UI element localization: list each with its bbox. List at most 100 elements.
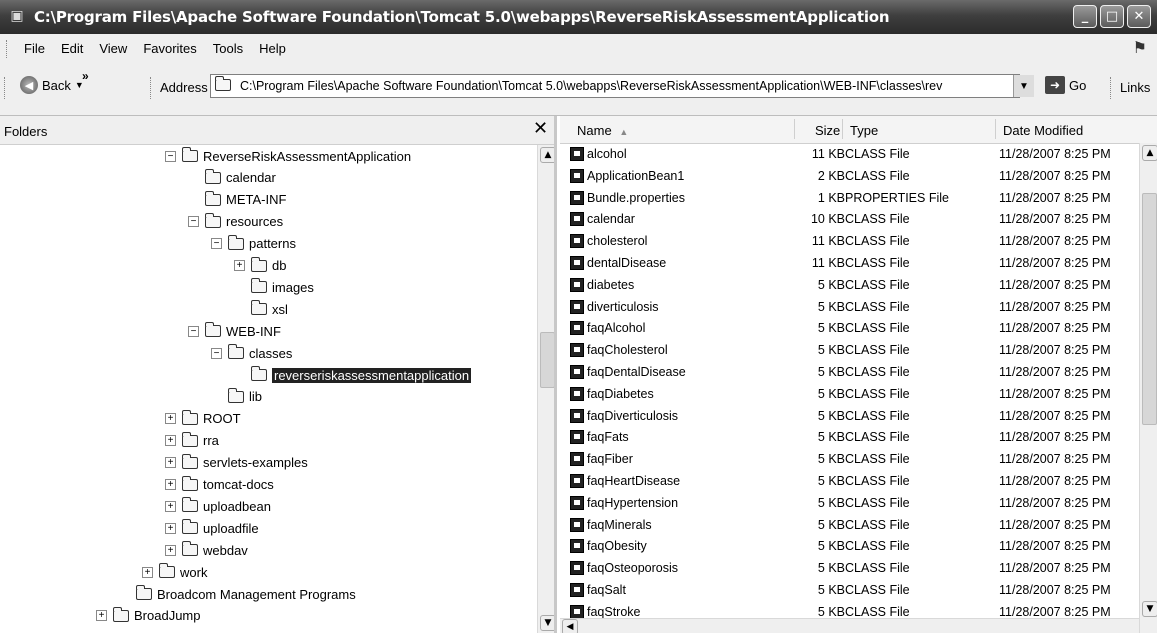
tree-item[interactable]: − classes bbox=[211, 342, 292, 364]
tree-item[interactable]: + db bbox=[234, 255, 286, 277]
address-grip[interactable] bbox=[150, 77, 154, 99]
expand-icon[interactable]: + bbox=[165, 500, 176, 512]
address-dropdown-icon[interactable]: ▼ bbox=[1013, 75, 1034, 97]
address-input[interactable]: C:\Program Files\Apache Software Foundat… bbox=[210, 74, 1020, 98]
toolbar-chevron[interactable]: » bbox=[82, 69, 89, 83]
folder-icon bbox=[182, 541, 198, 557]
column-separator[interactable] bbox=[995, 119, 996, 139]
file-row[interactable]: Bundle.properties 1 KB PROPERTIES File 11/2… bbox=[560, 188, 1140, 210]
tree-item[interactable]: − WEB-INF bbox=[188, 320, 281, 342]
file-row[interactable]: diabetes 5 KB CLASS File 11/28/2007 8:25 PM bbox=[560, 275, 1140, 297]
tree-item[interactable]: + servlets-examples bbox=[165, 452, 308, 474]
file-row[interactable]: faqSalt 5 KB CLASS File 11/28/2007 8:25 PM bbox=[560, 580, 1140, 602]
expand-icon[interactable]: + bbox=[165, 479, 176, 490]
tree-item[interactable]: + ROOT bbox=[165, 408, 241, 430]
file-row[interactable]: faqAlcohol 5 KB CLASS File 11/28/2007 8:25 … bbox=[560, 318, 1140, 340]
file-row[interactable]: faqCholesterol 5 KB CLASS File 11/28/2007 8… bbox=[560, 340, 1140, 362]
file-row[interactable]: ApplicationBean1 2 KB CLASS File 11/28/2007… bbox=[560, 166, 1140, 188]
file-row[interactable]: cholesterol 11 KB CLASS File 11/28/2007 8:2… bbox=[560, 231, 1140, 253]
folders-scroll-thumb[interactable] bbox=[540, 332, 554, 388]
expand-icon[interactable]: + bbox=[165, 457, 176, 469]
tree-item[interactable]: images bbox=[234, 276, 314, 298]
file-size: 5 KB bbox=[817, 539, 845, 554]
go-button[interactable]: ➜ Go bbox=[1045, 76, 1086, 94]
file-row[interactable]: faqDiabetes 5 KB CLASS File 11/28/2007 8:25… bbox=[560, 384, 1140, 406]
tree-item[interactable]: + rra bbox=[165, 430, 219, 452]
menu-favorites[interactable]: Favorites bbox=[135, 41, 204, 56]
collapse-icon[interactable]: − bbox=[211, 238, 222, 250]
expand-icon[interactable]: + bbox=[165, 413, 176, 425]
tree-item[interactable]: − resources bbox=[188, 211, 283, 233]
title-bar[interactable]: ▣ C:\Program Files\Apache Software Found… bbox=[0, 0, 1157, 34]
file-row[interactable]: diverticulosis 5 KB CLASS File 11/28/2007 8… bbox=[560, 297, 1140, 319]
menu-help[interactable]: Help bbox=[251, 41, 294, 56]
tree-item-label: lib bbox=[249, 389, 263, 405]
column-separator[interactable] bbox=[842, 119, 843, 139]
file-row[interactable]: faqHeartDisease 5 KB CLASS File 11/28/2007 … bbox=[560, 471, 1140, 493]
tree-item[interactable]: − patterns bbox=[211, 233, 296, 255]
column-separator[interactable] bbox=[794, 119, 795, 139]
minimize-button[interactable]: _ bbox=[1073, 5, 1097, 28]
scroll-down-icon[interactable]: ▼ bbox=[540, 615, 554, 631]
explorer-app-icon[interactable]: ▣ bbox=[6, 8, 28, 26]
scroll-down-icon[interactable]: ▼ bbox=[1142, 601, 1157, 617]
scroll-left-icon[interactable]: ◀ bbox=[562, 619, 578, 633]
file-row[interactable]: faqFats 5 KB CLASS File 11/28/2007 8:25 PM bbox=[560, 427, 1140, 449]
column-header-date[interactable]: Date Modified bbox=[1003, 123, 1083, 138]
collapse-icon[interactable]: − bbox=[165, 150, 176, 162]
file-row[interactable]: faqDiverticulosis 5 KB CLASS File 11/28/200… bbox=[560, 406, 1140, 428]
menu-file[interactable]: File bbox=[16, 41, 53, 56]
tree-item[interactable]: − ReverseRiskAssessmentApplication bbox=[165, 145, 411, 167]
links-button[interactable]: Links bbox=[1120, 80, 1150, 95]
file-row[interactable]: faqObesity 5 KB CLASS File 11/28/2007 8:25 … bbox=[560, 536, 1140, 558]
file-row[interactable]: faqMinerals 5 KB CLASS File 11/28/2007 8:25… bbox=[560, 515, 1140, 537]
tree-item[interactable]: + tomcat-docs bbox=[165, 474, 274, 496]
file-row[interactable]: dentalDisease 11 KB CLASS File 11/28/2007 8… bbox=[560, 253, 1140, 275]
expand-icon[interactable]: + bbox=[165, 435, 176, 447]
tree-item[interactable]: Broadcom Management Programs bbox=[119, 583, 356, 605]
tree-item[interactable]: + uploadbean bbox=[165, 495, 271, 517]
menu-tools[interactable]: Tools bbox=[205, 41, 251, 56]
tree-item[interactable]: reverseriskassessmentapplication bbox=[234, 364, 472, 386]
files-scroll-thumb[interactable] bbox=[1142, 193, 1157, 425]
folders-close-icon[interactable]: ✕ bbox=[533, 118, 548, 139]
menu-edit[interactable]: Edit bbox=[53, 41, 91, 56]
links-grip[interactable] bbox=[1110, 77, 1114, 99]
expand-icon[interactable]: + bbox=[165, 522, 176, 534]
collapse-icon[interactable]: − bbox=[188, 216, 199, 228]
tree-item[interactable]: + webdav bbox=[165, 539, 248, 561]
files-scrollbar[interactable]: ▲ ▼ bbox=[1139, 143, 1157, 633]
menu-grip[interactable] bbox=[6, 39, 10, 58]
files-horizontal-scrollbar[interactable]: ◀ bbox=[560, 618, 1139, 633]
expand-icon[interactable]: + bbox=[234, 260, 245, 271]
column-header-type[interactable]: Type bbox=[850, 123, 878, 138]
file-row[interactable]: faqHypertension 5 KB CLASS File 11/28/2007 … bbox=[560, 493, 1140, 515]
tree-item[interactable]: + uploadfile bbox=[165, 517, 259, 539]
collapse-icon[interactable]: − bbox=[188, 325, 199, 337]
file-row[interactable]: faqDentalDisease 5 KB CLASS File 11/28/2007… bbox=[560, 362, 1140, 384]
scroll-up-icon[interactable]: ▲ bbox=[1142, 145, 1157, 161]
collapse-icon[interactable]: − bbox=[211, 347, 222, 359]
toolbar-grip[interactable] bbox=[4, 77, 8, 99]
tree-item[interactable]: calendar bbox=[188, 167, 276, 189]
expand-icon[interactable]: + bbox=[165, 544, 176, 556]
tree-item[interactable]: META-INF bbox=[188, 189, 286, 211]
folders-scrollbar[interactable]: ▲ ▼ bbox=[537, 145, 554, 633]
menu-view[interactable]: View bbox=[91, 41, 135, 56]
tree-item[interactable]: + work bbox=[142, 561, 207, 583]
file-row[interactable]: alcohol 11 KB CLASS File 11/28/2007 8:25 PM bbox=[560, 144, 1140, 166]
file-row[interactable]: faqOsteoporosis 5 KB CLASS File 11/28/2007 … bbox=[560, 558, 1140, 580]
back-button[interactable]: ◀ Back ▼ bbox=[20, 76, 84, 94]
scroll-up-icon[interactable]: ▲ bbox=[540, 147, 554, 163]
column-header-size[interactable]: Size bbox=[815, 123, 840, 138]
file-row[interactable]: calendar 10 KB CLASS File 11/28/2007 8:25 P… bbox=[560, 209, 1140, 231]
tree-item[interactable]: + BroadJump bbox=[96, 605, 200, 627]
expand-icon[interactable]: + bbox=[142, 566, 153, 578]
tree-item[interactable]: lib bbox=[211, 386, 262, 408]
expand-icon[interactable]: + bbox=[96, 610, 107, 622]
close-button[interactable]: ✕ bbox=[1127, 5, 1151, 28]
file-row[interactable]: faqFiber 5 KB CLASS File 11/28/2007 8:25 PM bbox=[560, 449, 1140, 471]
tree-item[interactable]: xsl bbox=[234, 298, 288, 320]
column-header-name[interactable]: Name ▲ bbox=[577, 123, 628, 138]
maximize-button[interactable]: □ bbox=[1100, 5, 1124, 28]
